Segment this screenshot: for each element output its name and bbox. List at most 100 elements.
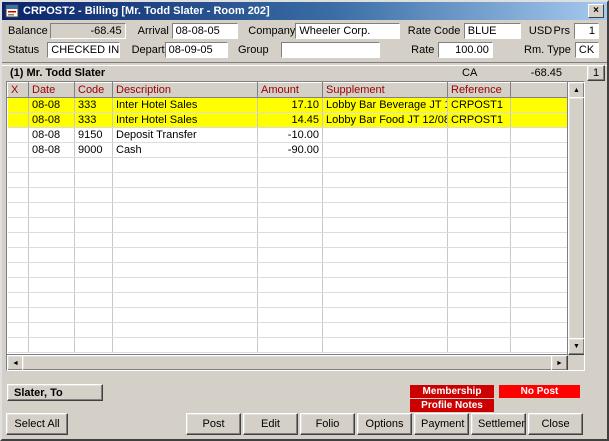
guest-tab-button[interactable]: Slater, To (7, 384, 103, 401)
grid-cell[interactable] (8, 98, 29, 113)
column-header-description[interactable]: Description (113, 83, 258, 98)
scroll-right-icon[interactable]: ► (551, 355, 568, 371)
column-header-amount[interactable]: Amount (258, 83, 323, 98)
company-field[interactable]: Wheeler Corp. (295, 23, 399, 39)
group-field[interactable] (281, 42, 380, 58)
grid-cell (113, 263, 258, 278)
grid-cell[interactable] (323, 143, 448, 158)
transaction-row[interactable]: 08-089000Cash-90.00 (8, 143, 568, 158)
grid-cell[interactable]: 08-08 (29, 143, 75, 158)
grid-cell (448, 278, 511, 293)
transaction-row (8, 158, 568, 173)
grid-cell (448, 173, 511, 188)
rm-type-field[interactable]: CK (575, 42, 599, 58)
settlement-button[interactable]: Settlement (471, 413, 526, 435)
grid-cell[interactable]: Lobby Bar Food JT 12/08/0 (323, 113, 448, 128)
grid-cell (8, 293, 29, 308)
post-button[interactable]: Post (186, 413, 241, 435)
depart-field[interactable]: 08-09-05 (165, 42, 228, 58)
select-all-button[interactable]: Select All (6, 413, 68, 435)
membership-badge[interactable]: Membership (410, 385, 494, 398)
grid-cell[interactable] (8, 113, 29, 128)
grid-cell (323, 323, 448, 338)
grid-cell (323, 233, 448, 248)
grid-cell (258, 158, 323, 173)
payment-button[interactable]: Payment (414, 413, 469, 435)
payment-type: CA (462, 67, 496, 79)
arrival-field[interactable]: 08-08-05 (172, 23, 239, 39)
grid-cell (75, 173, 113, 188)
grid-cell (258, 188, 323, 203)
grid-cell[interactable]: 333 (75, 98, 113, 113)
grid-cell[interactable]: 17.10 (258, 98, 323, 113)
grid-cell[interactable]: -90.00 (258, 143, 323, 158)
grid-cell[interactable] (323, 128, 448, 143)
column-header-date[interactable]: Date (29, 83, 75, 98)
grid-cell[interactable]: Lobby Bar Beverage JT 12/0 (323, 98, 448, 113)
grid-cell (113, 338, 258, 353)
grid-cell (323, 203, 448, 218)
grid-cell[interactable]: CRPOST1 (448, 98, 511, 113)
horizontal-scroll-thumb[interactable] (22, 355, 553, 371)
grid-cell[interactable]: -10.00 (258, 128, 323, 143)
company-label: Company (248, 25, 295, 37)
folio-button[interactable]: Folio (300, 413, 355, 435)
grid-cell (8, 308, 29, 323)
close-button[interactable]: × (588, 4, 604, 18)
grid-cell[interactable] (511, 128, 568, 143)
grid-cell (75, 263, 113, 278)
horizontal-scrollbar[interactable]: ◄ ► (7, 354, 568, 370)
grid-cell[interactable] (448, 143, 511, 158)
grid-cell[interactable] (511, 98, 568, 113)
grid-cell (113, 203, 258, 218)
grid-cell[interactable]: Inter Hotel Sales (113, 98, 258, 113)
grid-cell (448, 323, 511, 338)
grid-cell[interactable] (8, 143, 29, 158)
grid-cell[interactable] (448, 128, 511, 143)
grid-cell (8, 263, 29, 278)
grid-cell[interactable]: Deposit Transfer (113, 128, 258, 143)
grid-cell (448, 308, 511, 323)
column-header-code[interactable]: Code (75, 83, 113, 98)
rate-code-field[interactable]: BLUE (464, 23, 521, 39)
grid-cell[interactable]: 08-08 (29, 128, 75, 143)
transaction-row[interactable]: 08-089150Deposit Transfer-10.00 (8, 128, 568, 143)
grid-cell[interactable]: 08-08 (29, 113, 75, 128)
scroll-down-icon[interactable]: ▼ (568, 338, 585, 355)
vertical-scroll-thumb[interactable] (568, 97, 585, 340)
grid-cell[interactable]: Inter Hotel Sales (113, 113, 258, 128)
balance-field: -68.45 (50, 23, 126, 39)
column-header-x[interactable]: X (8, 83, 29, 98)
close-window-button[interactable]: Close (528, 413, 583, 435)
grid-cell[interactable]: 14.45 (258, 113, 323, 128)
grid-cell[interactable]: 9000 (75, 143, 113, 158)
grid-cell[interactable] (8, 128, 29, 143)
transaction-row (8, 218, 568, 233)
info-panel: Balance -68.45 Arrival 08-08-05 Company … (2, 21, 607, 62)
transaction-row[interactable]: 08-08333Inter Hotel Sales14.45Lobby Bar … (8, 113, 568, 128)
grid-cell[interactable]: 333 (75, 113, 113, 128)
profile-notes-badge[interactable]: Profile Notes (410, 399, 494, 412)
folio-window-1-button[interactable]: 1 (587, 65, 605, 81)
grid-cell (75, 233, 113, 248)
grid-cell (511, 323, 568, 338)
grid-cell (511, 233, 568, 248)
grid-cell (323, 158, 448, 173)
grid-cell (29, 158, 75, 173)
column-header-supplement[interactable]: Supplement (323, 83, 448, 98)
prs-field[interactable]: 1 (574, 23, 599, 39)
grid-cell[interactable]: 9150 (75, 128, 113, 143)
options-button[interactable]: Options (357, 413, 412, 435)
rate-field[interactable]: 100.00 (438, 42, 492, 58)
grid-cell[interactable] (511, 143, 568, 158)
column-header-reference[interactable]: Reference (448, 83, 511, 98)
grid-cell[interactable]: CRPOST1 (448, 113, 511, 128)
grid-cell[interactable]: Cash (113, 143, 258, 158)
grid-cell (113, 188, 258, 203)
transaction-row[interactable]: 08-08333Inter Hotel Sales17.10Lobby Bar … (8, 98, 568, 113)
vertical-scrollbar[interactable]: ▲ ▼ (567, 82, 584, 355)
edit-button[interactable]: Edit (243, 413, 298, 435)
grid-cell (29, 323, 75, 338)
grid-cell[interactable]: 08-08 (29, 98, 75, 113)
grid-cell[interactable] (511, 113, 568, 128)
